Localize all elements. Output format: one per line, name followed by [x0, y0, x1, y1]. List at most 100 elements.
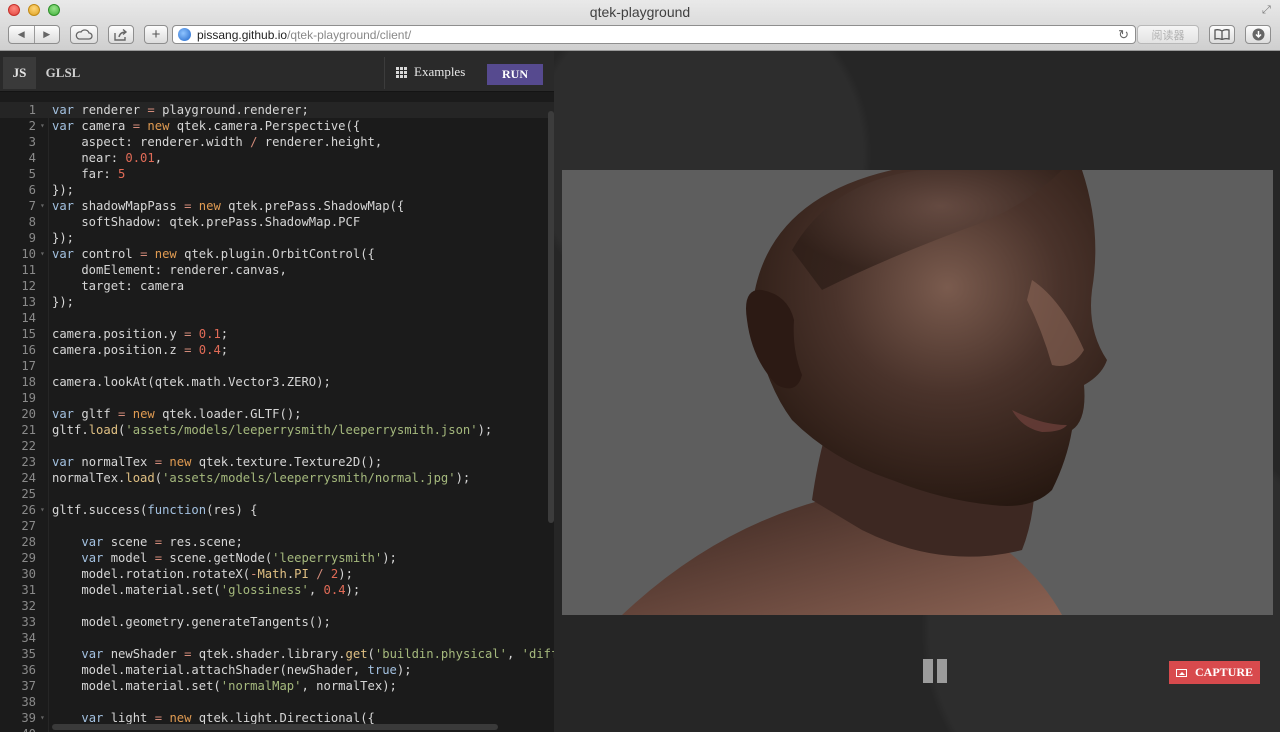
- line-number: 20: [21, 407, 36, 421]
- code-line[interactable]: 32: [0, 598, 554, 614]
- code-line[interactable]: 4 near: 0.01,: [0, 150, 554, 166]
- fold-arrow-icon[interactable]: ▾: [40, 502, 48, 518]
- code-line[interactable]: 2 ▾ var camera = new qtek.camera.Perspecti…: [0, 118, 554, 134]
- code-line[interactable]: 13});: [0, 294, 554, 310]
- fold-arrow-icon[interactable]: ▾: [40, 710, 48, 726]
- back-forward-buttons: ◀ ▶: [8, 25, 60, 44]
- tab-glsl[interactable]: GLSL: [40, 57, 86, 89]
- code-line[interactable]: 6});: [0, 182, 554, 198]
- render-canvas[interactable]: [562, 170, 1273, 615]
- share-button[interactable]: [108, 25, 134, 44]
- line-number: 5: [28, 167, 36, 181]
- code-line[interactable]: 5 far: 5: [0, 166, 554, 182]
- code-line[interactable]: 33 model.geometry.generateTangents();: [0, 614, 554, 630]
- code-line[interactable]: 12 target: camera: [0, 278, 554, 294]
- examples-button[interactable]: Examples: [396, 64, 465, 80]
- code-text: model.material.set('normalMap', normalTe…: [52, 679, 397, 693]
- download-icon: [1252, 28, 1264, 41]
- code-line[interactable]: 23 var normalTex = new qtek.texture.Textu…: [0, 454, 554, 470]
- line-number: 27: [21, 519, 36, 533]
- code-editor-panel: JS GLSL Examples RUN 1 var renderer = pla…: [0, 51, 554, 732]
- code-text: gltf.success(function(res) {: [52, 503, 258, 517]
- tab-js[interactable]: JS: [3, 57, 36, 89]
- code-line[interactable]: 24 normalTex.load('assets/models/leeperry…: [0, 470, 554, 486]
- code-line[interactable]: 31 model.material.set('glossiness', 0.4)…: [0, 582, 554, 598]
- code-line[interactable]: 19: [0, 390, 554, 406]
- code-line[interactable]: 3 aspect: renderer.width / renderer.heig…: [0, 134, 554, 150]
- code-text: var gltf = new qtek.loader.GLTF();: [52, 407, 302, 421]
- code-text: gltf.load('assets/models/leeperrysmith/l…: [52, 423, 493, 437]
- reload-icon[interactable]: ↻: [1118, 27, 1129, 43]
- icloud-tabs-button[interactable]: [70, 25, 98, 44]
- code-line[interactable]: 34: [0, 630, 554, 646]
- code-line[interactable]: 1 var renderer = playground.renderer;: [0, 102, 554, 118]
- line-number: 37: [21, 679, 36, 693]
- line-number: 23: [21, 455, 36, 469]
- code-line[interactable]: 15 camera.position.y = 0.1;: [0, 326, 554, 342]
- code-line[interactable]: 38: [0, 694, 554, 710]
- line-number: 21: [21, 423, 36, 437]
- url-text[interactable]: pissang.github.io/qtek-playground/client…: [197, 28, 411, 42]
- code-line[interactable]: 14: [0, 310, 554, 326]
- code-line[interactable]: 25: [0, 486, 554, 502]
- code-line[interactable]: 8 softShadow: qtek.prePass.ShadowMap.PCF: [0, 214, 554, 230]
- horizontal-scrollbar[interactable]: [52, 724, 498, 730]
- editor-toolbar: JS GLSL Examples RUN: [0, 51, 554, 92]
- code-text: domElement: renderer.canvas,: [52, 263, 287, 277]
- line-number: 25: [21, 487, 36, 501]
- run-button[interactable]: RUN: [487, 64, 543, 85]
- code-line[interactable]: 27: [0, 518, 554, 534]
- code-text: model.material.attachShader(newShader, t…: [52, 663, 412, 677]
- code-line[interactable]: 21 gltf.load('assets/models/leeperrysmith…: [0, 422, 554, 438]
- forward-icon[interactable]: ▶: [35, 26, 60, 43]
- code-line[interactable]: 36 model.material.attachShader(newShader…: [0, 662, 554, 678]
- code-line[interactable]: 10 ▾ var control = new qtek.plugin.OrbitCo…: [0, 246, 554, 262]
- downloads-button[interactable]: [1245, 25, 1271, 44]
- code-line[interactable]: 20 var gltf = new qtek.loader.GLTF();: [0, 406, 554, 422]
- line-number: 4: [28, 151, 36, 165]
- line-number: 6: [28, 183, 36, 197]
- code-line[interactable]: 7 ▾ var shadowMapPass = new qtek.prePass.S…: [0, 198, 554, 214]
- share-icon: [114, 28, 128, 41]
- fold-arrow-icon[interactable]: ▾: [40, 246, 48, 262]
- code-line[interactable]: 22: [0, 438, 554, 454]
- line-number: 12: [21, 279, 36, 293]
- line-number: 7: [28, 199, 36, 213]
- code-line[interactable]: 37 model.material.set('normalMap', norma…: [0, 678, 554, 694]
- fold-arrow-icon[interactable]: ▾: [40, 118, 48, 134]
- code-text: camera.position.z = 0.4;: [52, 343, 229, 357]
- code-text: });: [52, 231, 75, 245]
- code-line[interactable]: 18 camera.lookAt(qtek.math.Vector3.ZERO);: [0, 374, 554, 390]
- line-number: 11: [21, 263, 36, 277]
- code-area[interactable]: 1 var renderer = playground.renderer; 2 ▾ va…: [0, 102, 554, 732]
- code-text: });: [52, 183, 75, 197]
- line-number: 38: [21, 695, 36, 709]
- code-text: model.geometry.generateTangents();: [52, 615, 331, 629]
- line-number: 24: [21, 471, 36, 485]
- address-bar[interactable]: pissang.github.io/qtek-playground/client…: [172, 25, 1136, 44]
- code-line[interactable]: 16 camera.position.z = 0.4;: [0, 342, 554, 358]
- fold-arrow-icon[interactable]: ▾: [40, 198, 48, 214]
- new-tab-button[interactable]: +: [144, 25, 168, 44]
- code-text: model.material.set('glossiness', 0.4);: [52, 583, 361, 597]
- code-line[interactable]: 28 var scene = res.scene;: [0, 534, 554, 550]
- code-text: var scene = res.scene;: [81, 535, 243, 549]
- line-number: 28: [21, 535, 36, 549]
- code-text: softShadow: qtek.prePass.ShadowMap.PCF: [52, 215, 361, 229]
- code-line[interactable]: 35 var newShader = qtek.shader.library.g…: [0, 646, 554, 662]
- code-text: camera.position.y = 0.1;: [52, 327, 229, 341]
- code-line[interactable]: 29 var model = scene.getNode('leeperrysm…: [0, 550, 554, 566]
- code-line[interactable]: 26 ▾ gltf.success(function(res) {: [0, 502, 554, 518]
- pause-button[interactable]: [923, 659, 947, 683]
- code-line[interactable]: 9});: [0, 230, 554, 246]
- reader-button[interactable]: 阅读器: [1137, 25, 1199, 44]
- reading-list-button[interactable]: [1209, 25, 1235, 44]
- code-line[interactable]: 30 model.rotation.rotateX(-Math.PI / 2);: [0, 566, 554, 582]
- code-line[interactable]: 11 domElement: renderer.canvas,: [0, 262, 554, 278]
- code-line[interactable]: 17: [0, 358, 554, 374]
- back-icon[interactable]: ◀: [9, 26, 35, 43]
- capture-button[interactable]: CAPTURE: [1169, 661, 1260, 684]
- fullscreen-icon[interactable]: ⤢: [1262, 4, 1274, 16]
- line-number: 8: [28, 215, 36, 229]
- code-text: var shadowMapPass = new qtek.prePass.Sha…: [52, 199, 405, 213]
